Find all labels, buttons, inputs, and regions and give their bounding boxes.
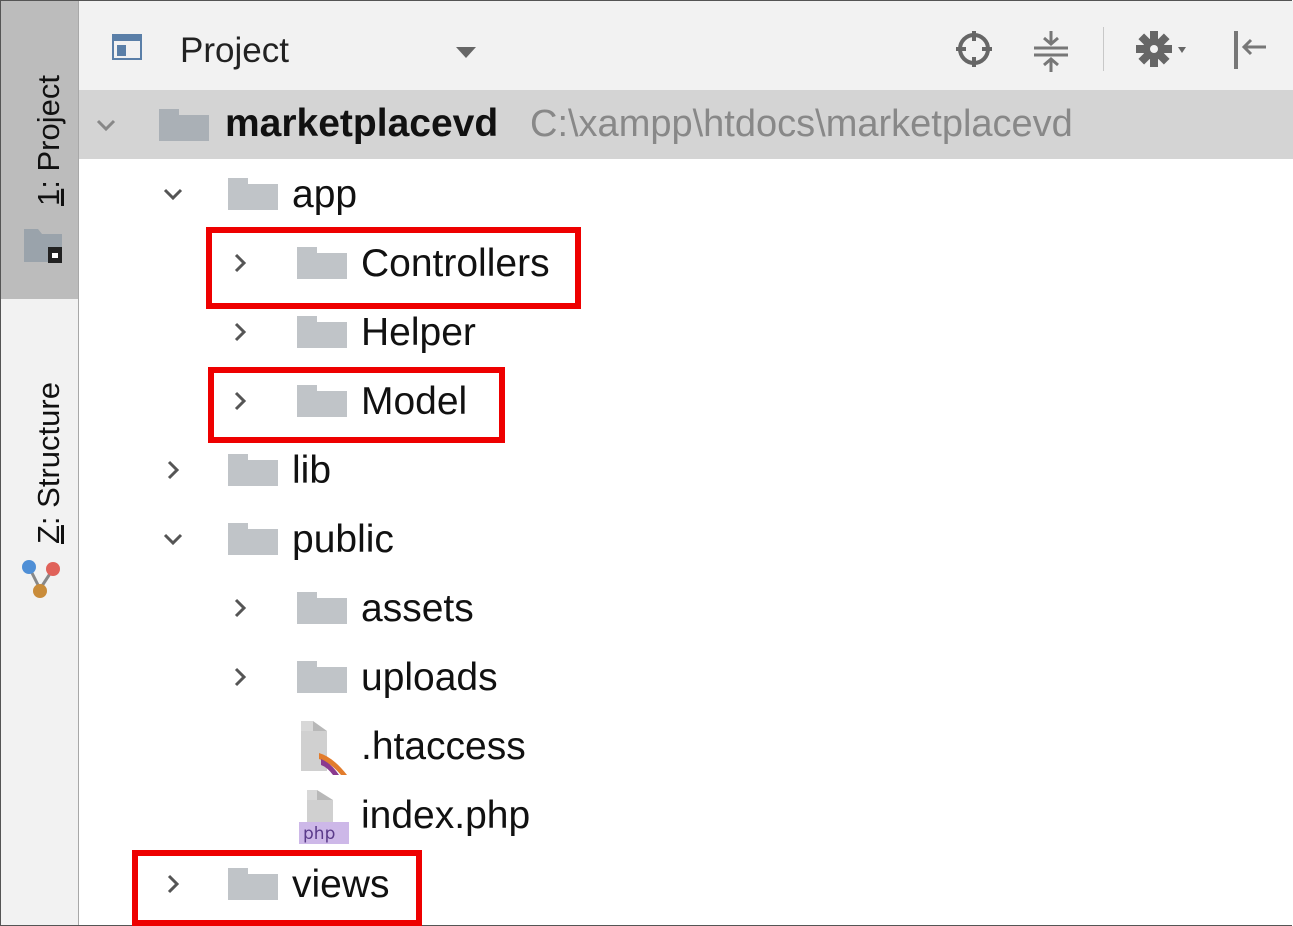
tab-structure-label: Z: Structure — [31, 382, 66, 544]
project-folder-icon — [24, 229, 62, 263]
root-folder-path: C:\xampp\htdocs\marketplacevd — [530, 103, 1073, 145]
tree-item-label: uploads — [361, 656, 498, 699]
chevron-right-icon[interactable] — [229, 597, 251, 619]
toolbar-separator — [1103, 27, 1104, 71]
tree-item-label: Helper — [361, 311, 476, 354]
tab-project[interactable]: 1: Project — [1, 1, 78, 299]
tree-row-assets[interactable]: assets — [79, 573, 1293, 642]
tree-item-label: app — [292, 173, 358, 216]
tree-row-lib[interactable]: lib — [79, 435, 1293, 504]
chevron-down-icon[interactable] — [162, 183, 184, 205]
tab-structure[interactable]: Z: Structure — [1, 299, 78, 629]
tree-item-label: assets — [361, 587, 474, 630]
collapse-all-icon[interactable] — [1030, 29, 1072, 73]
tree-item-label: .htaccess — [361, 725, 526, 768]
project-view-header: Project — [79, 1, 1293, 90]
chevron-down-icon[interactable] — [162, 528, 184, 550]
project-view-icon — [112, 34, 142, 60]
highlight-box-views — [132, 850, 422, 926]
chevron-right-icon[interactable] — [162, 459, 184, 481]
folder-icon — [297, 316, 347, 348]
tree-root-row[interactable]: marketplacevd C:\xampp\htdocs\marketplac… — [79, 90, 1293, 159]
highlight-box-model — [208, 367, 505, 443]
tree-row-htaccess[interactable]: .htaccess — [79, 711, 1293, 780]
chevron-right-icon[interactable] — [229, 321, 251, 343]
tab-project-label: 1: Project — [31, 75, 66, 206]
folder-icon — [297, 592, 347, 624]
chevron-right-icon[interactable] — [229, 666, 251, 688]
target-icon[interactable] — [954, 29, 994, 69]
chevron-down-icon[interactable] — [95, 114, 117, 136]
folder-icon — [297, 661, 347, 693]
tree-item-label: public — [292, 518, 394, 561]
tree-item-label: lib — [292, 449, 332, 492]
tree-row-uploads[interactable]: uploads — [79, 642, 1293, 711]
php-badge: php — [303, 824, 336, 844]
tree-item-label: index.php — [361, 794, 531, 837]
tree-row-index-php[interactable]: php index.php — [79, 780, 1293, 849]
tree-row-app[interactable]: app — [79, 159, 1293, 228]
settings-icon[interactable] — [1134, 29, 1192, 69]
folder-icon — [159, 109, 209, 141]
htaccess-file-icon — [301, 721, 347, 775]
folder-icon — [228, 523, 278, 555]
chevron-down-icon[interactable] — [456, 47, 476, 58]
tree-row-public[interactable]: public — [79, 504, 1293, 573]
highlight-box-controllers — [206, 227, 581, 309]
folder-icon — [228, 454, 278, 486]
root-folder-name: marketplacevd — [225, 102, 499, 145]
tool-window-strip: 1: Project Z: Structure — [1, 1, 79, 925]
view-selector[interactable]: Project — [180, 31, 289, 71]
folder-icon — [228, 178, 278, 210]
hide-panel-icon[interactable] — [1232, 29, 1268, 71]
structure-icon — [22, 560, 60, 598]
